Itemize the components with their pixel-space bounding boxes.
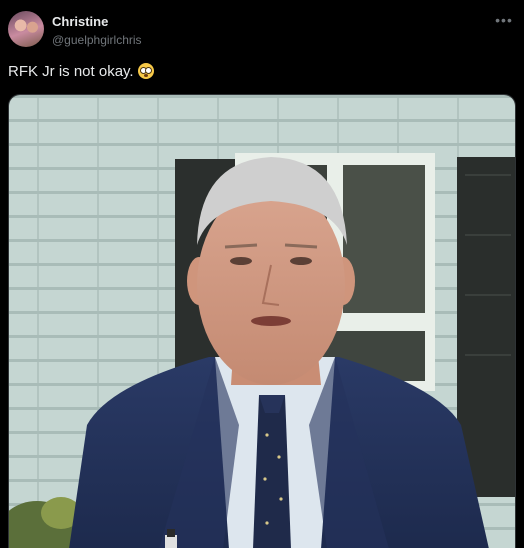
more-options-icon[interactable]: ••• [494, 10, 514, 30]
author-handle[interactable]: @guelphgirlchris [52, 33, 142, 47]
video-frame-image [9, 95, 515, 548]
tweet-text: RFK Jr is not okay. [8, 63, 134, 80]
flushed-face-emoji-icon [137, 63, 154, 79]
tweet-post[interactable]: Christine @guelphgirlchris ••• RFK Jr is… [0, 0, 524, 548]
tweet-text-line: RFK Jr is not okay. [8, 63, 154, 80]
author-name[interactable]: Christine [52, 14, 108, 29]
video-media[interactable] [8, 94, 516, 548]
tie [253, 395, 291, 548]
avatar[interactable] [8, 11, 44, 47]
shutter-right [457, 157, 515, 497]
